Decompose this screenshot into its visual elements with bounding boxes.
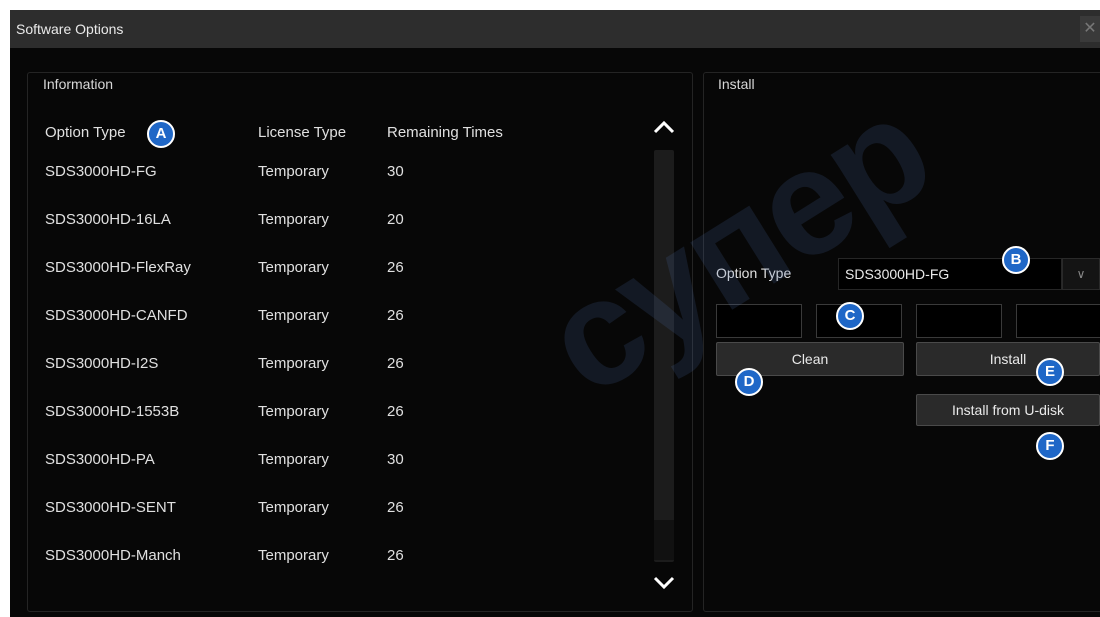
install-button[interactable]: Install — [916, 342, 1100, 376]
license-type-cell: Temporary — [258, 259, 329, 276]
callout-marker-d: D — [735, 368, 763, 396]
option-type-cell: SDS3000HD-16LA — [45, 211, 171, 228]
license-type-cell: Temporary — [258, 451, 329, 468]
remaining-times-cell: 30 — [387, 163, 404, 180]
license-key-field-3[interactable] — [916, 304, 1002, 338]
option-type-cell: SDS3000HD-PA — [45, 451, 155, 468]
option-type-cell: SDS3000HD-I2S — [45, 355, 159, 372]
scroll-up-icon[interactable] — [644, 110, 684, 146]
option-type-cell: SDS3000HD-FlexRay — [45, 259, 191, 276]
remaining-times-cell: 26 — [387, 547, 404, 564]
chevron-down-icon[interactable]: ∨ — [1062, 258, 1100, 290]
remaining-times-cell: 26 — [387, 403, 404, 420]
license-type-cell: Temporary — [258, 403, 329, 420]
license-type-cell: Temporary — [258, 547, 329, 564]
column-header-remaining-times: Remaining Times — [387, 124, 503, 141]
window-title: Software Options — [16, 21, 124, 37]
callout-marker-a: A — [147, 120, 175, 148]
license-type-cell: Temporary — [258, 211, 329, 228]
license-key-field-4[interactable] — [1016, 304, 1100, 338]
column-header-option-type: Option Type — [45, 124, 126, 141]
license-type-cell: Temporary — [258, 499, 329, 516]
information-label: Information — [43, 76, 114, 92]
remaining-times-cell: 26 — [387, 499, 404, 516]
scroll-thumb[interactable] — [654, 520, 674, 560]
remaining-times-cell: 30 — [387, 451, 404, 468]
install-from-udisk-button[interactable]: Install from U-disk — [916, 394, 1100, 426]
close-icon[interactable]: ✕ — [1080, 16, 1100, 42]
software-options-window: Software Options ✕ Information Option Ty… — [10, 10, 1100, 617]
remaining-times-cell: 20 — [387, 211, 404, 228]
scroll-down-icon[interactable] — [644, 566, 684, 602]
column-header-license-type: License Type — [258, 124, 347, 141]
callout-marker-f: F — [1036, 432, 1064, 460]
option-type-cell: SDS3000HD-CANFD — [45, 307, 188, 324]
option-type-cell: SDS3000HD-FG — [45, 163, 157, 180]
title-bar: Software Options ✕ — [10, 10, 1100, 48]
license-type-cell: Temporary — [258, 307, 329, 324]
option-type-cell: SDS3000HD-Manch — [45, 547, 181, 564]
callout-marker-e: E — [1036, 358, 1064, 386]
remaining-times-cell: 26 — [387, 355, 404, 372]
option-type-cell: SDS3000HD-SENT — [45, 499, 176, 516]
remaining-times-cell: 26 — [387, 307, 404, 324]
license-type-cell: Temporary — [258, 355, 329, 372]
option-type-cell: SDS3000HD-1553B — [45, 403, 180, 420]
license-type-cell: Temporary — [258, 163, 329, 180]
remaining-times-cell: 26 — [387, 259, 404, 276]
callout-marker-b: B — [1002, 246, 1030, 274]
install-label: Install — [718, 76, 755, 92]
callout-marker-c: C — [836, 302, 864, 330]
